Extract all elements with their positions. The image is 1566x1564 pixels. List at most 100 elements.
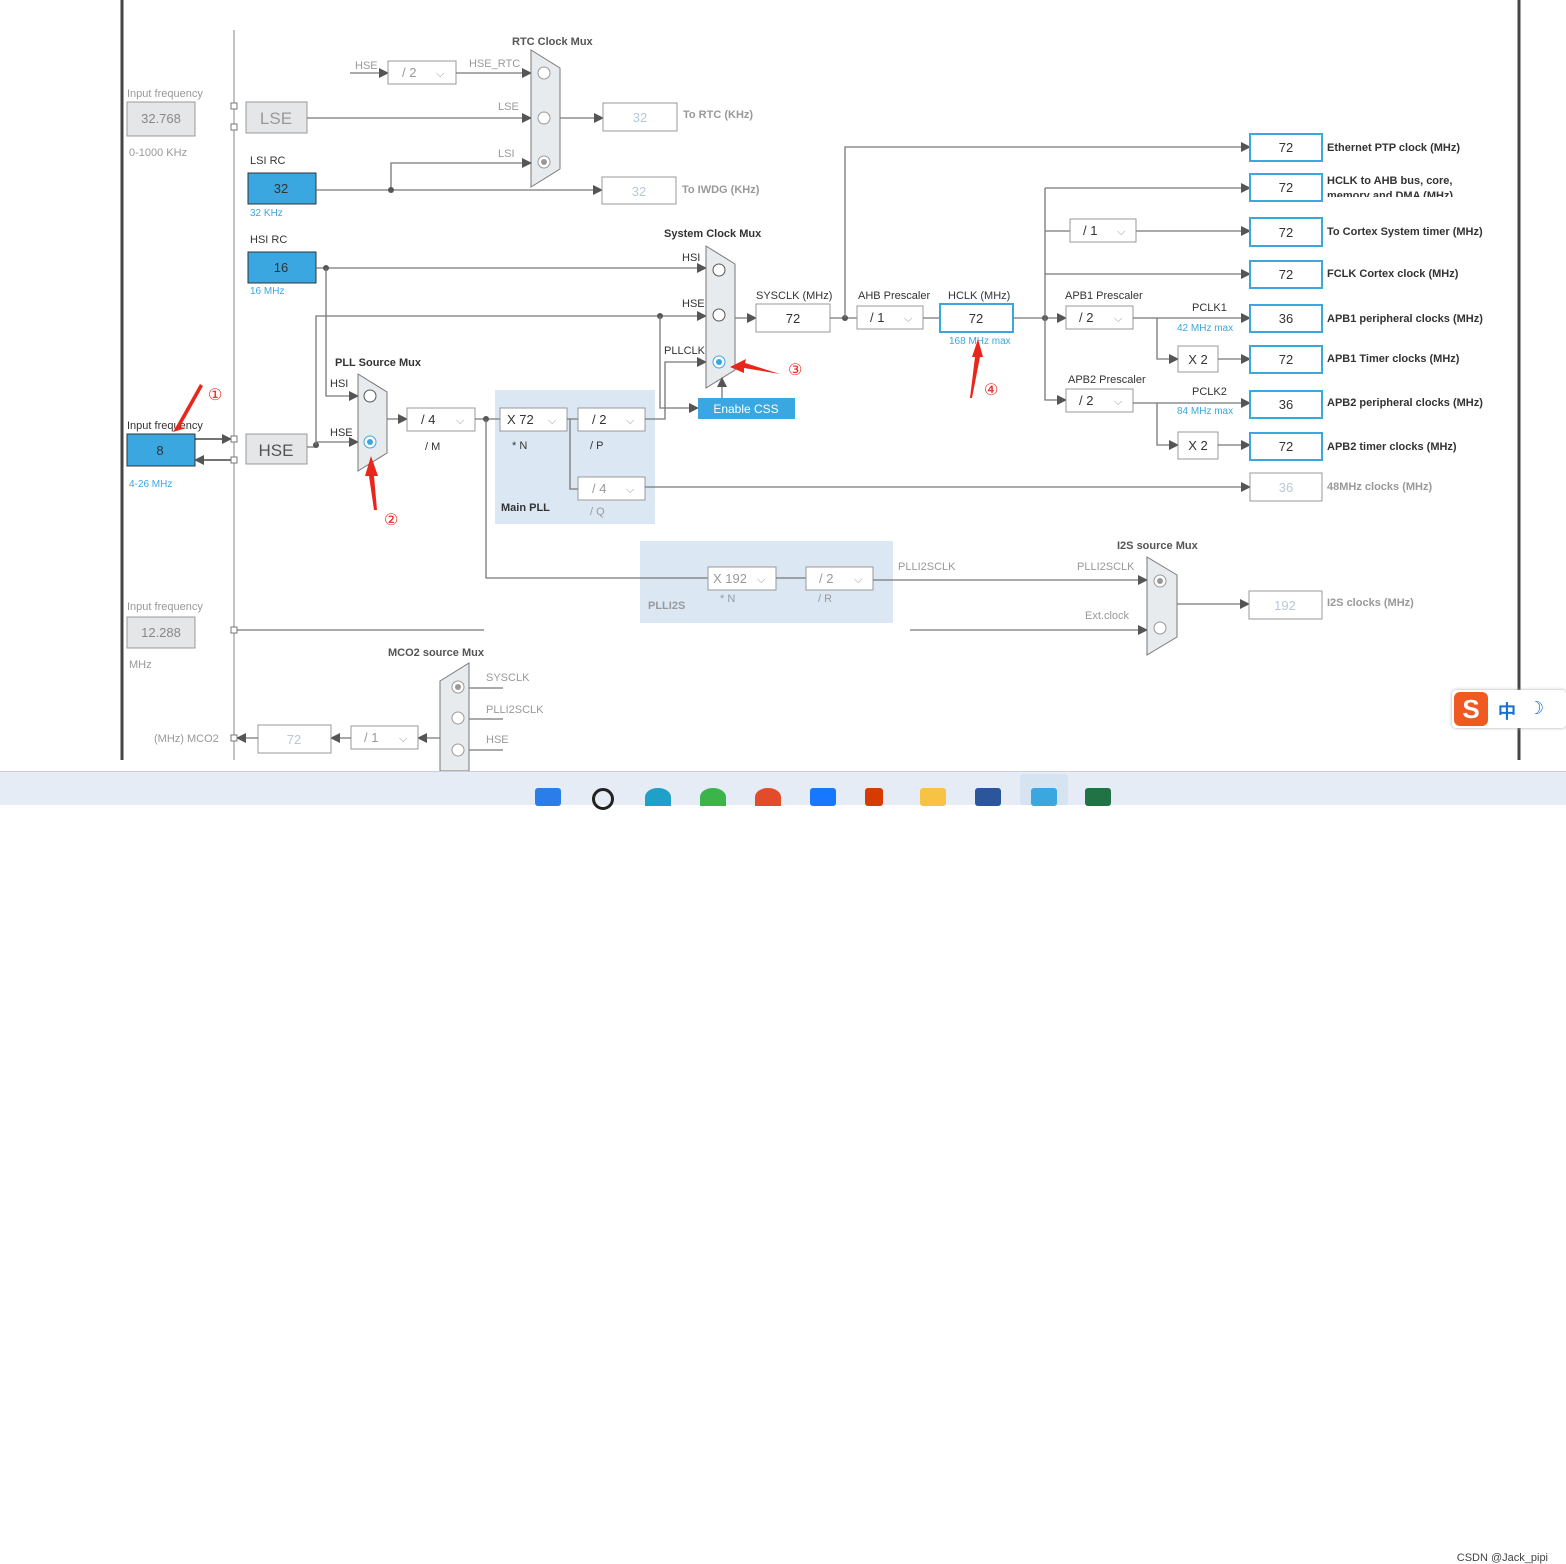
mco2-radio-hse[interactable]	[451, 743, 465, 757]
moon-icon[interactable]: ☽	[1528, 698, 1544, 719]
enable-css-button[interactable]: Enable CSS	[698, 398, 795, 419]
radio-selected-dot	[716, 359, 722, 365]
apb1-timer-line	[1156, 318, 1179, 364]
sys-hse-label: HSE	[682, 298, 705, 310]
svg-text:X 192: X 192	[713, 571, 747, 586]
mco2-pin	[230, 734, 238, 742]
lsi-unit: 32 KHz	[250, 208, 283, 219]
svg-text:Enable CSS: Enable CSS	[713, 402, 778, 416]
chevron-down-icon: ⌵	[399, 733, 408, 745]
mco2-divider-dropdown[interactable]: / 1 ⌵	[350, 725, 419, 750]
pll-n-label: * N	[512, 440, 527, 452]
plli2s-r-dropdown[interactable]: / 2 ⌵	[805, 566, 874, 591]
radio-selected-dot	[541, 159, 547, 165]
mco2-in3-label: HSE	[486, 734, 509, 746]
office-icon[interactable]	[865, 788, 883, 806]
pclk1-max: 42 MHz max	[1177, 323, 1233, 334]
chevron-down-icon: ⌵	[1114, 396, 1123, 408]
app-icon[interactable]	[1085, 788, 1111, 806]
sys-pllclk-label: PLLCLK	[664, 345, 706, 357]
pll-m-label: / M	[425, 441, 440, 453]
rtc-output-label: To RTC (KHz)	[683, 109, 753, 121]
i2s-source-mux	[1146, 556, 1178, 656]
ime-toolbar[interactable]: S 中 ☽	[1452, 690, 1566, 728]
rtc-lsi-label: LSI	[498, 148, 515, 160]
cortex-timer-divider-dropdown[interactable]: / 1 ⌵	[1069, 218, 1137, 243]
windows-start-icon[interactable]	[535, 788, 561, 806]
svg-text:36: 36	[1279, 480, 1293, 495]
lse-range: 0-1000 KHz	[129, 147, 187, 159]
rtc-mux-radio-hse[interactable]	[537, 66, 551, 80]
svg-text:/ 2: / 2	[1079, 393, 1093, 408]
apb2-prescaler-dropdown[interactable]: / 2 ⌵	[1065, 388, 1134, 413]
chevron-down-icon: ⌵	[904, 313, 913, 325]
pll-mux-title: PLL Source Mux	[335, 357, 422, 369]
pll-q-divider-dropdown[interactable]: / 4 ⌵	[577, 476, 646, 501]
svg-text:/ 1: / 1	[364, 730, 378, 745]
hse-range: 4-26 MHz	[129, 479, 172, 490]
i2s-mux-title: I2S source Mux	[1117, 540, 1199, 552]
radio-selected-dot	[367, 439, 373, 445]
mco2-radio-plli2sclk[interactable]	[451, 711, 465, 725]
sys-mux-radio-hse[interactable]	[712, 308, 726, 322]
lsi-value: 32	[274, 181, 288, 196]
pll-hsi-label: HSI	[330, 378, 348, 390]
apb1-prescaler-dropdown[interactable]: / 2 ⌵	[1065, 305, 1134, 330]
svg-text:72: 72	[1279, 225, 1293, 240]
lse-name: LSE	[260, 109, 292, 128]
i2s-ext-input-value: 12.288	[141, 625, 181, 640]
lse-pin	[230, 123, 238, 131]
ime-mode-toggle[interactable]: 中	[1498, 698, 1516, 724]
dingtalk-icon[interactable]	[810, 788, 836, 806]
i2s-mux-radio-ext[interactable]	[1153, 621, 1167, 635]
output-ethernet-ptp: 72 Ethernet PTP clock (MHz)	[1249, 133, 1460, 162]
output-apb2-peripheral: 36 APB2 peripheral clocks (MHz)	[1249, 390, 1483, 419]
lsi-to-rtc-line	[390, 158, 532, 190]
chrome-icon[interactable]	[755, 788, 781, 806]
rtc-mux-radio-lse[interactable]	[537, 111, 551, 125]
svg-text:/ 2: / 2	[819, 571, 833, 586]
svg-text:Ethernet PTP clock (MHz): Ethernet PTP clock (MHz)	[1327, 142, 1460, 154]
ahb-prescaler-label: AHB Prescaler	[858, 290, 930, 302]
iwdg-output-label: To IWDG (KHz)	[682, 184, 760, 196]
annotation-2: ②	[384, 512, 398, 529]
wechat-icon[interactable]	[700, 788, 726, 806]
i2s-in1-label: PLLI2SCLK	[1077, 561, 1135, 573]
pclk1-label: PCLK1	[1192, 302, 1227, 314]
svg-text:72: 72	[1279, 180, 1293, 195]
chevron-down-icon: ⌵	[548, 415, 557, 427]
pll-mux-radio-hsi[interactable]	[363, 389, 377, 403]
sysclk-value: 72	[786, 311, 800, 326]
file-explorer-icon[interactable]	[920, 788, 946, 806]
output-apb2-timer: 72 APB2 timer clocks (MHz)	[1249, 432, 1457, 461]
hsi-title: HSI RC	[250, 234, 287, 246]
rtc-output-value: 32	[633, 110, 647, 125]
lse-pin	[230, 102, 238, 110]
svg-text:HCLK to AHB bus, core,: HCLK to AHB bus, core,	[1327, 175, 1453, 187]
chevron-down-icon: ⌵	[626, 415, 635, 427]
pll-n-multiplier-dropdown[interactable]: X 72 ⌵	[499, 407, 568, 432]
sys-mux-radio-hsi[interactable]	[712, 263, 726, 277]
ahb-prescaler-dropdown[interactable]: / 1 ⌵	[856, 305, 924, 330]
junction	[388, 187, 394, 193]
mco2-output-value: 72	[287, 732, 301, 747]
search-icon[interactable]	[592, 788, 614, 810]
apb1-prescaler-label: APB1 Prescaler	[1065, 290, 1143, 302]
hsi-to-pll-line	[325, 268, 359, 401]
stm32cubemx-icon[interactable]	[1031, 788, 1057, 806]
pll-p-divider-dropdown[interactable]: / 2 ⌵	[577, 407, 646, 432]
i2s-ext-unit: MHz	[129, 659, 152, 671]
pll-m-divider-dropdown[interactable]: / 4 ⌵	[406, 407, 476, 432]
rtc-hse-rtc-label: HSE_RTC	[469, 58, 520, 70]
svg-text:APB1 peripheral clocks (MHz): APB1 peripheral clocks (MHz)	[1327, 313, 1483, 325]
i2s-output-value: 192	[1274, 598, 1296, 613]
plli2s-n-dropdown[interactable]: X 192 ⌵	[707, 566, 777, 591]
edge-browser-icon[interactable]	[645, 788, 671, 806]
iwdg-output-value: 32	[632, 184, 646, 199]
rtc-hse-divider-dropdown[interactable]: / 2 ⌵	[387, 60, 457, 85]
svg-text:/ 2: / 2	[1079, 310, 1093, 325]
annotation-3: ③	[788, 362, 802, 379]
annotation-1: ①	[208, 387, 222, 404]
word-icon[interactable]	[975, 788, 1001, 806]
hclk-value: 72	[969, 311, 983, 326]
